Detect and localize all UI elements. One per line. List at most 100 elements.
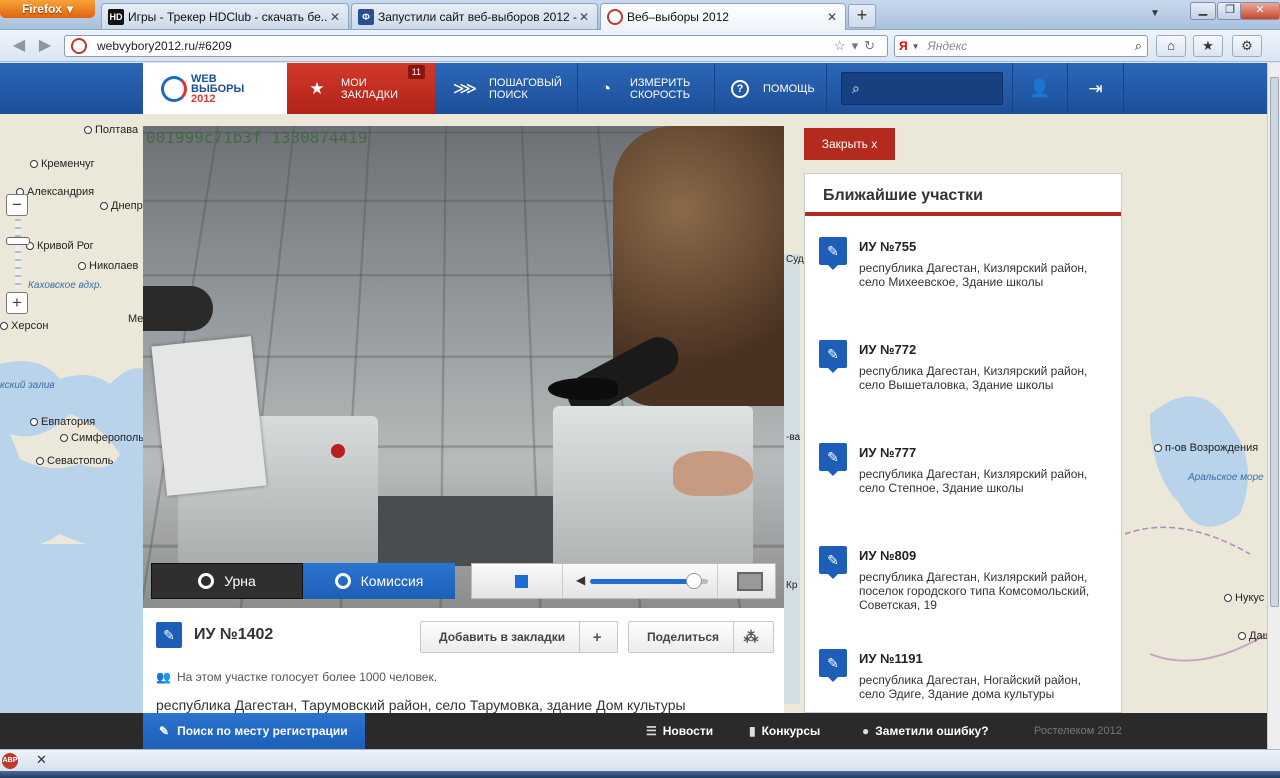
camera-commission-button[interactable]: Комиссия: [303, 563, 455, 599]
search-input[interactable]: Я ▼ Яндекс ⌕: [894, 35, 1148, 57]
nav-my-bookmarks[interactable]: ★ МОИ ЗАКЛАДКИ 11: [287, 63, 435, 114]
chevron-down-icon[interactable]: ▼: [912, 42, 920, 51]
caspian-edge-water: [784, 254, 800, 704]
zoom-slider-thumb[interactable]: [6, 237, 30, 245]
user-icon[interactable]: 👤: [1012, 63, 1068, 114]
url-text: webvybory2012.ru/#6209: [97, 39, 232, 53]
tab-webvybory[interactable]: Веб–выборы 2012 ✕: [600, 3, 846, 30]
contests-link[interactable]: ▮ Конкурсы: [749, 713, 820, 749]
close-icon[interactable]: ✕: [36, 752, 47, 768]
close-button[interactable]: Закрыть x: [804, 128, 895, 160]
stop-icon[interactable]: [515, 575, 528, 588]
close-icon[interactable]: ✕: [577, 10, 591, 24]
webcam-icon: [334, 573, 351, 589]
nav-bookmarks-label: МОИ ЗАКЛАДКИ: [341, 77, 398, 101]
nav-speed-line1: ИЗМЕРИТЬ: [630, 76, 691, 89]
map-city-label: Евпатория: [30, 416, 95, 428]
fullscreen-icon[interactable]: [737, 572, 763, 591]
home-icon[interactable]: ⌂: [1156, 35, 1186, 57]
bookmark-star-icon[interactable]: ☆▾↻: [834, 38, 881, 54]
add-bookmark-button[interactable]: Добавить в закладки +: [420, 621, 618, 653]
nav-speed-label: ИЗМЕРИТЬ СКОРОСТЬ: [630, 77, 690, 101]
logo-ring-icon: [161, 75, 187, 102]
site-logo[interactable]: WEB ВЫБОРЫ 2012: [143, 63, 287, 114]
nav-bookmarks-line2: ЗАКЛАДКИ: [341, 88, 399, 101]
back-arrow-icon[interactable]: ◀: [8, 36, 30, 56]
station-name[interactable]: ИУ №1191: [859, 651, 923, 666]
tab-hdclub[interactable]: HD Игры - Трекер HDClub - скачать бе... …: [101, 3, 349, 29]
tab-list-icon[interactable]: ▼: [1150, 8, 1160, 19]
close-window-button[interactable]: ✕: [1240, 2, 1280, 20]
plus-icon: +: [592, 628, 602, 646]
zoom-out-button[interactable]: −: [6, 194, 28, 216]
close-icon[interactable]: ✕: [825, 10, 839, 24]
bookmarks-count-badge: 11: [407, 65, 425, 79]
nav-measure-speed[interactable]: ◔ ИЗМЕРИТЬ СКОРОСТЬ: [578, 63, 715, 114]
video-ballot-paper: [151, 336, 267, 496]
share-button[interactable]: Поделиться ⁂: [628, 621, 774, 653]
minimize-window-button[interactable]: ▁: [1190, 2, 1216, 20]
nav-step-search[interactable]: ⋙ ПОШАГОВЫЙ ПОИСК: [435, 63, 578, 114]
list-item[interactable]: ✎ ИУ №755 республика Дагестан, Кизлярски…: [805, 237, 1121, 327]
scrollbar-thumb[interactable]: [1270, 77, 1279, 607]
adblock-icon[interactable]: ABP: [2, 753, 18, 769]
nav-help[interactable]: ? ПОМОЩЬ: [715, 63, 827, 114]
station-name[interactable]: ИУ №777: [859, 445, 916, 460]
site-identity-icon[interactable]: [71, 38, 87, 54]
video-shoe: [548, 378, 618, 400]
map-text-fragment: -ва: [786, 432, 801, 443]
tab-title: Запустили сайт веб-выборов 2012 -...: [378, 9, 577, 24]
player-bar: ◀: [471, 563, 776, 599]
zoom-slider[interactable]: [6, 219, 30, 289]
ballot-box-icon: ✎: [819, 546, 847, 579]
list-item[interactable]: ✎ ИУ №1191 республика Дагестан, Ногайски…: [805, 649, 1121, 712]
site-header: WEB ВЫБОРЫ 2012 ★ МОИ ЗАКЛАДКИ 11 ⋙ ПОШАГ…: [0, 63, 1267, 114]
volume-icon[interactable]: ◀: [576, 573, 585, 587]
search-placeholder: Яндекс: [927, 39, 968, 53]
site-search-input[interactable]: ⌕: [841, 72, 1003, 105]
video-arm: [143, 286, 213, 331]
addons-icon[interactable]: ⚙: [1232, 35, 1262, 57]
forward-arrow-icon[interactable]: ▶: [34, 36, 56, 56]
station-title: ИУ №1402: [194, 626, 274, 643]
logout-icon[interactable]: ⇥: [1068, 63, 1124, 114]
tab-news[interactable]: Ф Запустили сайт веб-выборов 2012 -... ✕: [351, 3, 598, 29]
station-name[interactable]: ИУ №772: [859, 342, 916, 357]
question-icon: ?: [731, 79, 749, 98]
report-error-link[interactable]: ● Заметили ошибку?: [862, 713, 989, 749]
nav-help-label: ПОМОЩЬ: [763, 82, 815, 95]
camera-urn-button[interactable]: Урна: [151, 563, 303, 599]
close-icon[interactable]: ✕: [328, 10, 342, 24]
ballot-box-icon: ✎: [156, 622, 182, 648]
firefox-menu-button[interactable]: Firefox ▾: [0, 0, 95, 18]
divider: [562, 564, 563, 598]
search-icon[interactable]: ⌕: [1135, 38, 1142, 54]
list-item[interactable]: ✎ ИУ №809 республика Дагестан, Кизлярски…: [805, 546, 1121, 636]
voters-note: 👥 На этом участке голосует более 1000 чел…: [156, 670, 437, 684]
station-name[interactable]: ИУ №755: [859, 239, 916, 254]
map-city-label: п-ов Возрождения: [1154, 442, 1258, 454]
report-error-label: Заметили ошибку?: [875, 724, 989, 738]
bookmarks-menu-icon[interactable]: ★: [1193, 35, 1223, 57]
ballot-box-icon: ✎: [819, 443, 847, 476]
firefox-menu-label: Firefox: [21, 2, 62, 16]
video-stream[interactable]: 001999c71b3f 1330874419: [143, 126, 784, 608]
url-bar[interactable]: webvybory2012.ru/#6209 ☆▾↻: [64, 35, 888, 57]
registration-search-button[interactable]: ✎ Поиск по месту регистрации: [143, 713, 365, 749]
news-favicon-icon: Ф: [358, 8, 374, 25]
speech-bubble-icon: ●: [862, 724, 870, 738]
map-city-label: Севастополь: [36, 455, 113, 467]
news-link[interactable]: ☰ Новости: [646, 713, 713, 749]
zoom-in-button[interactable]: +: [6, 292, 28, 314]
share-icon: ⁂: [743, 629, 759, 646]
list-item[interactable]: ✎ ИУ №772 республика Дагестан, Кизлярски…: [805, 340, 1121, 430]
volume-slider-thumb[interactable]: [686, 573, 702, 589]
page-scrollbar[interactable]: [1267, 63, 1280, 749]
station-name[interactable]: ИУ №809: [859, 548, 916, 563]
new-tab-button[interactable]: +: [848, 4, 876, 28]
map-city-label: Кривой Рог: [26, 240, 94, 252]
nav-speed-line2: СКОРОСТЬ: [630, 88, 690, 101]
list-item[interactable]: ✎ ИУ №777 республика Дагестан, Кизлярски…: [805, 443, 1121, 533]
tab-title: Веб–выборы 2012: [627, 10, 729, 24]
speedometer-icon: ◔: [600, 78, 612, 98]
